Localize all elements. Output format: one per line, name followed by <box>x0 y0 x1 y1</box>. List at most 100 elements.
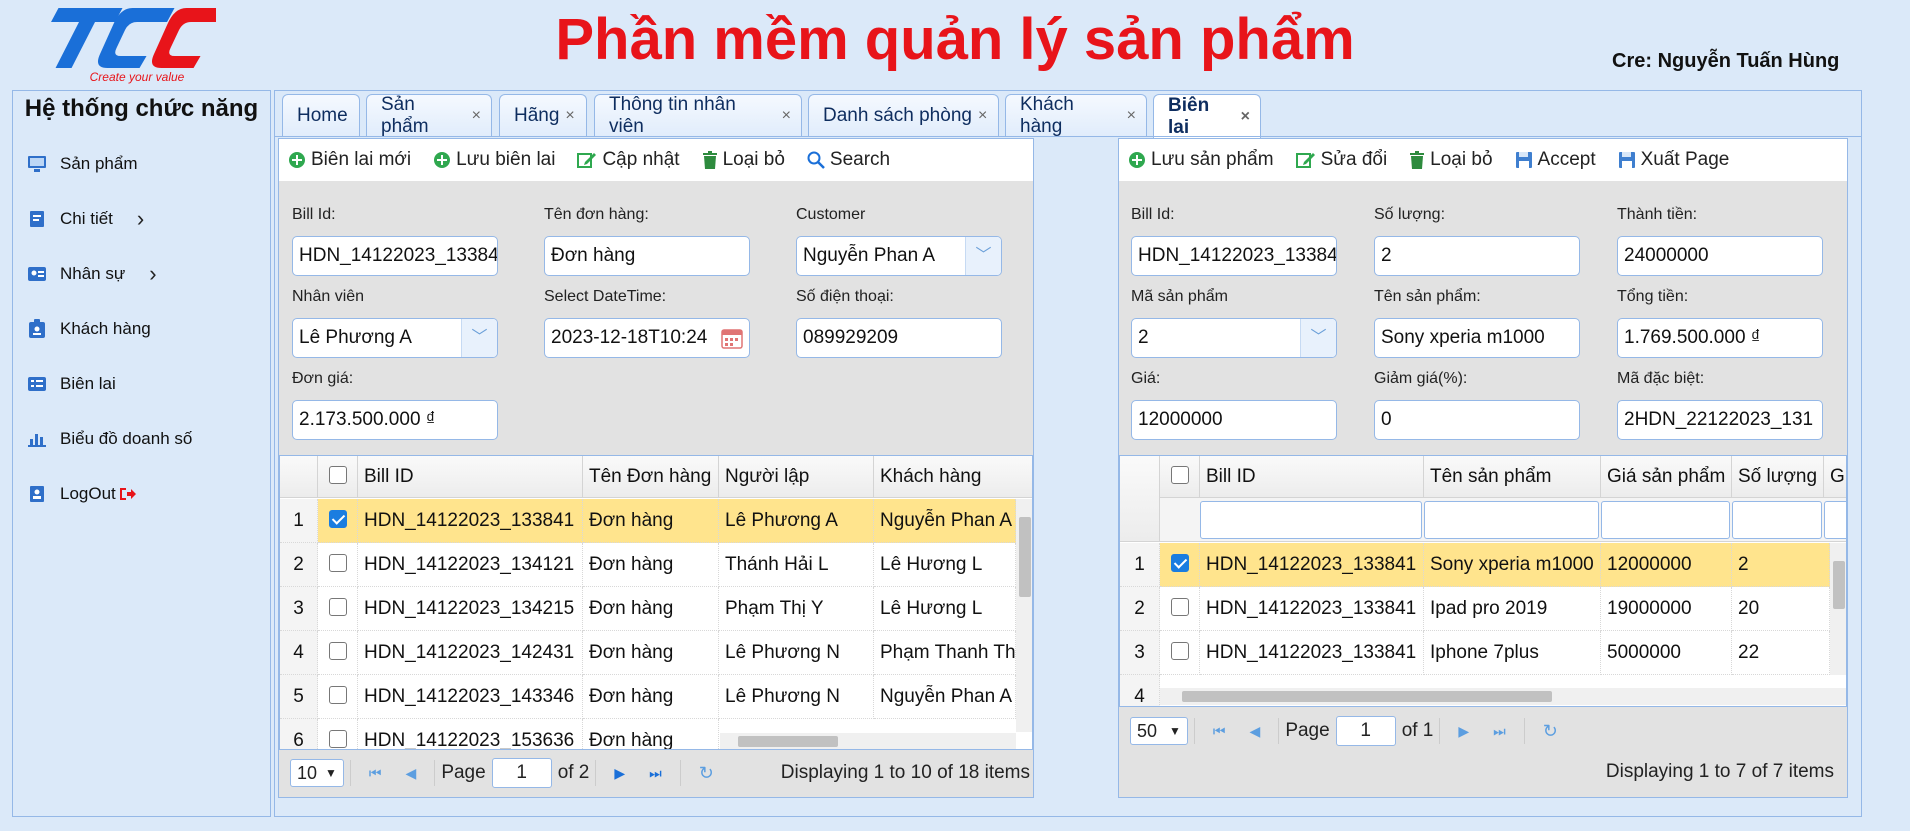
page-size-select[interactable]: 10 ▼ <box>290 759 344 787</box>
row-checkbox[interactable] <box>328 510 347 529</box>
refresh-icon[interactable]: ↻ <box>1543 721 1558 742</box>
last-page-icon[interactable]: ⏭ <box>649 765 662 782</box>
bill-id-field[interactable]: HDN_14122023_133841 <box>292 236 498 276</box>
col-product-name[interactable]: Tên sản phẩm <box>1424 456 1601 498</box>
chevron-down-icon[interactable]: ﹀ <box>461 319 497 357</box>
close-icon[interactable]: × <box>1241 108 1250 126</box>
table-cell[interactable]: 2 <box>1732 543 1830 587</box>
scroll-thumb[interactable] <box>1019 517 1031 597</box>
col-bill-id[interactable]: Bill ID <box>1200 456 1424 498</box>
sidebar-item-bien-lai[interactable]: Biên lai <box>26 364 116 404</box>
row-checkbox-cell[interactable] <box>318 543 358 587</box>
page-size-select[interactable]: 50 ▼ <box>1130 717 1188 745</box>
close-icon[interactable]: × <box>978 107 987 125</box>
table-cell[interactable]: Phạm Thị Y <box>719 587 874 631</box>
table-cell[interactable]: 5000000 <box>1601 631 1732 675</box>
table-cell[interactable]: Thánh Hải L <box>719 543 874 587</box>
table-cell[interactable]: Đơn hàng <box>583 631 719 675</box>
table-cell[interactable]: HDN_14122023_142431 <box>358 631 583 675</box>
table-cell[interactable]: HDN_14122023_153636 <box>358 719 583 749</box>
product-name-field[interactable]: Sony xperia m1000 <box>1374 318 1580 358</box>
row-checkbox-cell[interactable] <box>1160 543 1200 587</box>
quantity-field[interactable]: 2 <box>1374 236 1580 276</box>
close-icon[interactable]: × <box>782 107 791 125</box>
bill-id-field[interactable]: HDN_14122023_133841 <box>1131 236 1337 276</box>
scroll-thumb[interactable] <box>1833 561 1845 609</box>
table-cell[interactable]: HDN_14122023_133841 <box>358 499 583 543</box>
sidebar-item-chi-tiet[interactable]: Chi tiết › <box>26 199 144 239</box>
row-checkbox[interactable] <box>328 730 347 749</box>
close-icon[interactable]: × <box>565 107 574 125</box>
new-bill-button[interactable]: Biên lai mới <box>288 149 411 171</box>
col-quantity[interactable]: Số lượng <box>1732 456 1824 498</box>
filter-product-name-input[interactable] <box>1424 501 1599 539</box>
chevron-down-icon[interactable]: ﹀ <box>965 237 1001 275</box>
filter-quantity-input[interactable] <box>1732 501 1822 539</box>
update-bill-button[interactable]: Cập nhật <box>577 149 680 171</box>
search-button[interactable]: Search <box>807 149 890 171</box>
table-cell[interactable]: Lê Phương N <box>719 631 874 675</box>
row-checkbox-cell[interactable] <box>318 719 358 749</box>
table-cell[interactable]: Lê Phương N <box>719 675 874 719</box>
table-cell[interactable]: 22 <box>1732 631 1830 675</box>
page-number-input[interactable]: 1 <box>1335 716 1396 746</box>
amount-field[interactable]: 24000000 <box>1617 236 1823 276</box>
row-checkbox-cell[interactable] <box>318 587 358 631</box>
unit-price-field[interactable]: 2.173.500.000 ₫ <box>292 400 498 440</box>
table-cell[interactable]: 20 <box>1732 587 1830 631</box>
accept-button[interactable]: Accept <box>1515 149 1596 171</box>
special-code-field[interactable]: 2HDN_22122023_131 <box>1617 400 1823 440</box>
close-icon[interactable]: × <box>472 107 481 125</box>
tab-khach-hang[interactable]: Khách hàng × <box>1005 94 1147 137</box>
remove-product-button[interactable]: Loại bỏ <box>1409 149 1493 171</box>
row-checkbox[interactable] <box>328 554 347 573</box>
last-page-icon[interactable]: ⏭ <box>1493 723 1506 740</box>
table-cell[interactable]: HDN_14122023_133841 <box>1200 587 1424 631</box>
chevron-right-icon[interactable]: › <box>149 261 156 287</box>
sidebar-item-nhan-su[interactable]: Nhân sự › <box>26 254 157 294</box>
row-checkbox[interactable] <box>328 642 347 661</box>
next-page-icon[interactable]: ▶ <box>614 765 625 782</box>
tab-thong-tin-nhan-vien[interactable]: Thông tin nhân viên × <box>594 94 802 137</box>
table-cell[interactable]: Nguyễn Phan A <box>874 499 1016 543</box>
tab-hang[interactable]: Hãng × <box>499 94 587 137</box>
tab-bien-lai[interactable]: Biên lai × <box>1153 94 1261 138</box>
row-checkbox[interactable] <box>1170 598 1189 617</box>
sidebar-item-san-pham[interactable]: Sản phẩm <box>26 144 138 184</box>
table-cell[interactable]: HDN_14122023_134121 <box>358 543 583 587</box>
select-all-header[interactable] <box>318 456 358 498</box>
table-cell[interactable]: Ipad pro 2019 <box>1424 587 1601 631</box>
table-cell[interactable]: HDN_14122023_143346 <box>358 675 583 719</box>
table-cell[interactable]: 19000000 <box>1601 587 1732 631</box>
sidebar-item-logout[interactable]: LogOut <box>26 474 137 514</box>
scroll-thumb[interactable] <box>1182 691 1552 702</box>
table-cell[interactable]: Đơn hàng <box>583 543 719 587</box>
vertical-scrollbar[interactable] <box>1830 543 1846 675</box>
table-cell[interactable]: HDN_14122023_134215 <box>358 587 583 631</box>
discount-field[interactable]: 0 <box>1374 400 1580 440</box>
filter-discount-input[interactable] <box>1824 501 1846 539</box>
col-bill-id[interactable]: Bill ID <box>358 456 583 498</box>
tab-danh-sach-phong[interactable]: Danh sách phòng × <box>808 94 999 137</box>
vertical-scrollbar[interactable] <box>1016 499 1032 732</box>
prev-page-icon[interactable]: ◀ <box>406 765 417 782</box>
save-bill-button[interactable]: Lưu biên lai <box>433 149 555 171</box>
filter-price-input[interactable] <box>1601 501 1730 539</box>
table-cell[interactable]: Lê Phương A <box>719 499 874 543</box>
scroll-thumb[interactable] <box>738 736 838 747</box>
row-checkbox-cell[interactable] <box>318 631 358 675</box>
row-checkbox[interactable] <box>328 686 347 705</box>
select-all-checkbox[interactable] <box>1170 466 1189 485</box>
table-cell[interactable]: HDN_14122023_133841 <box>1200 543 1424 587</box>
table-cell[interactable]: Đơn hàng <box>583 499 719 543</box>
row-checkbox-cell[interactable] <box>1160 631 1200 675</box>
col-order-name[interactable]: Tên Đơn hàng <box>583 456 719 498</box>
horizontal-scrollbar[interactable] <box>720 733 1016 749</box>
table-cell[interactable]: Đơn hàng <box>583 675 719 719</box>
export-page-button[interactable]: Xuất Page <box>1618 149 1729 171</box>
price-field[interactable]: 12000000 <box>1131 400 1337 440</box>
close-icon[interactable]: × <box>1127 107 1136 125</box>
datetime-field[interactable]: 2023-12-18T10:24 <box>544 318 750 358</box>
table-cell[interactable]: 12000000 <box>1601 543 1732 587</box>
select-all-header[interactable] <box>1160 456 1200 498</box>
